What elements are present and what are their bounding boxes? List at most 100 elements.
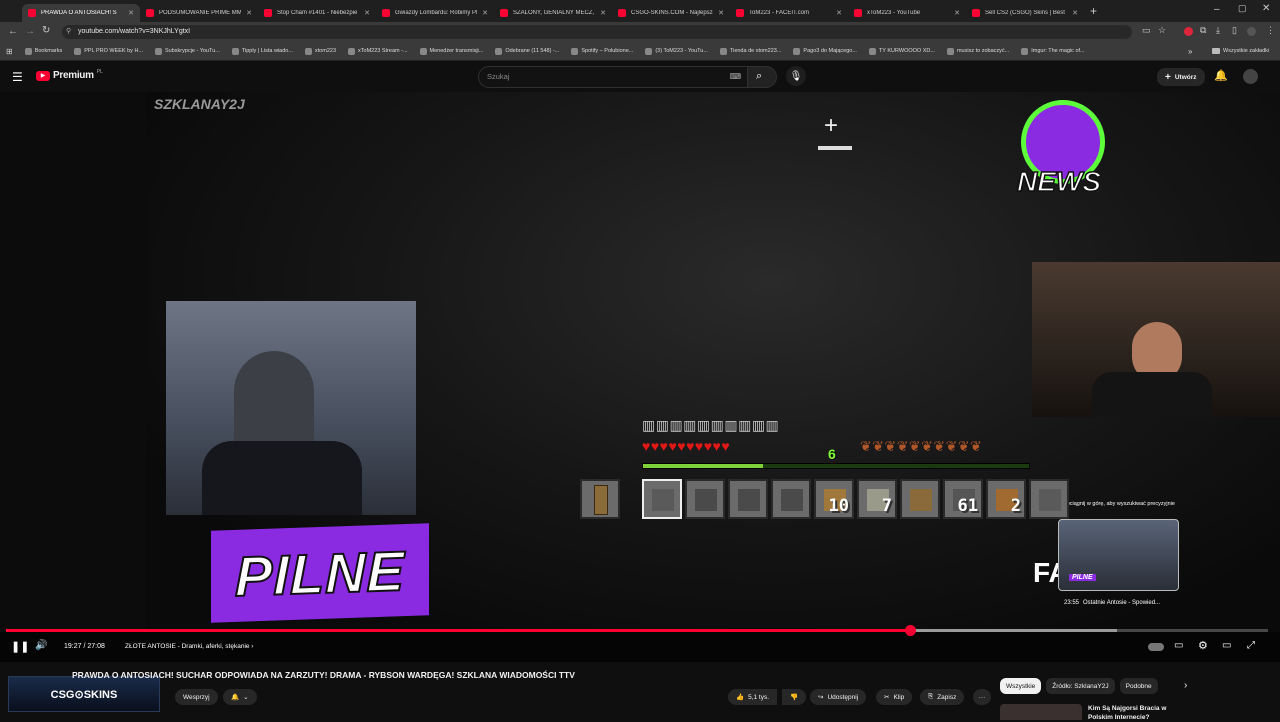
- bookmarks-more-button[interactable]: »: [1188, 47, 1192, 56]
- tab-favicon-icon: [146, 8, 154, 17]
- close-tab-icon[interactable]: ✕: [836, 9, 842, 17]
- browser-tab[interactable]: ToM223 - FACEIT.com ✕: [730, 4, 848, 22]
- progress-bar[interactable]: [6, 625, 1268, 636]
- close-tab-icon[interactable]: ✕: [364, 9, 370, 17]
- close-tab-icon[interactable]: ✕: [128, 9, 134, 17]
- site-info-icon[interactable]: ⚲: [66, 25, 71, 39]
- browser-tab[interactable]: PODSUMOWANIE PRIME MMA ✕: [140, 4, 258, 22]
- filter-chip[interactable]: Podobne: [1119, 678, 1158, 694]
- settings-gear-icon[interactable]: ⚙: [1198, 639, 1208, 652]
- maximize-window-icon[interactable]: ▢: [1238, 3, 1247, 14]
- close-tab-icon[interactable]: ✕: [954, 9, 960, 17]
- support-button[interactable]: Wesprzyj: [175, 689, 218, 705]
- search-input[interactable]: Szukaj ⌨: [478, 66, 748, 88]
- bookmark-item[interactable]: xToM223 Stream -...: [348, 47, 408, 55]
- keyboard-icon[interactable]: ⌨: [729, 67, 741, 87]
- bookmark-item[interactable]: Bookmarks: [24, 47, 62, 55]
- scrubber-handle[interactable]: [904, 625, 916, 636]
- bookmark-item[interactable]: Subskrypcje - YouTu...: [155, 47, 220, 55]
- bookmark-item[interactable]: Spotify – Polubione...: [571, 47, 633, 55]
- theater-mode-icon[interactable]: ▭: [1222, 640, 1231, 651]
- volume-icon[interactable]: 🔊: [35, 640, 47, 651]
- related-video-title[interactable]: Kim Są Najgorsi Bracia w Polskim Interne…: [1088, 704, 1166, 722]
- close-tab-icon[interactable]: ✕: [600, 9, 606, 17]
- minimize-window-icon[interactable]: –: [1214, 4, 1220, 15]
- share-button[interactable]: ↪ Udostępnij: [810, 689, 867, 705]
- search-button[interactable]: ⌕: [747, 66, 777, 88]
- close-window-icon[interactable]: ✕: [1262, 3, 1270, 14]
- clip-button[interactable]: ✂ Klip: [876, 689, 913, 705]
- channel-watermark: SZKLANAY2J: [154, 96, 245, 112]
- downloads-icon[interactable]: ⤓: [1216, 25, 1220, 36]
- notifications-bell-icon[interactable]: 🔔: [1214, 69, 1228, 82]
- browser-tab-strip: PRAWDA O ANTOSIACH! S ✕ PODSUMOWANIE PRIME…: [0, 0, 1280, 22]
- hamburger-menu-icon[interactable]: ☰: [12, 70, 23, 84]
- forward-icon[interactable]: →: [25, 26, 35, 37]
- all-bookmarks-folder[interactable]: Wszystkie zakładki: [1212, 48, 1269, 54]
- browser-menu-icon[interactable]: ⋮: [1266, 25, 1275, 36]
- browser-tab[interactable]: Sell CS2 (CSGO) Skins | Best C ✕: [966, 4, 1084, 22]
- browser-tab[interactable]: SZALONY, GENIALNY MECZ, G ✕: [494, 4, 612, 22]
- bookmark-item[interactable]: musisz to zobaczyć...: [946, 47, 1009, 55]
- related-filter-chips: Wszystkie Źródło: SzklanaY2J Podobne: [1000, 678, 1158, 694]
- create-button[interactable]: + Utwórz: [1157, 68, 1205, 86]
- bookmark-star-icon[interactable]: ☆: [1158, 25, 1166, 36]
- browser-tab[interactable]: xToM223 - YouTube ✕: [848, 4, 966, 22]
- close-tab-icon[interactable]: ✕: [482, 9, 488, 17]
- youtube-logo[interactable]: ▶ Premium PL: [36, 69, 103, 81]
- opera-extension-icon[interactable]: [1184, 27, 1193, 36]
- sidebar-icon[interactable]: ▯: [1232, 25, 1237, 36]
- save-icon: ⎘: [928, 693, 934, 700]
- browser-tab[interactable]: PRAWDA O ANTOSIACH! S ✕: [22, 3, 140, 22]
- account-avatar[interactable]: [1243, 69, 1258, 84]
- fullscreen-icon[interactable]: ⤢: [1247, 640, 1255, 651]
- bookmark-item[interactable]: Tipply | Lista wiado...: [231, 47, 293, 55]
- more-actions-button[interactable]: ···: [973, 689, 991, 705]
- close-tab-icon[interactable]: ✕: [718, 9, 724, 17]
- bookmark-item[interactable]: Pago3 do Mającego...: [793, 47, 857, 55]
- chevron-right-icon[interactable]: ›: [1184, 680, 1187, 691]
- streamer-webcam-right: [1032, 262, 1280, 417]
- bookmark-item[interactable]: (3) ToM223 - YouTu...: [645, 47, 708, 55]
- channel-banner[interactable]: CSG⊙SKINS: [8, 676, 160, 712]
- xp-level: 6: [828, 446, 836, 462]
- bookmark-item[interactable]: Odebrane (11 548) -...: [495, 47, 559, 55]
- autoplay-toggle[interactable]: [1148, 643, 1164, 651]
- like-button[interactable]: 👍 5,1 tys.: [728, 689, 778, 705]
- browser-tab[interactable]: CSGO-SKINS.COM - Najlepsze ✕: [612, 4, 730, 22]
- pause-icon[interactable]: ❚❚: [11, 640, 29, 653]
- related-video-thumbnail[interactable]: [1000, 704, 1082, 720]
- bookmark-item[interactable]: Tienda de xtom223...: [719, 47, 781, 55]
- tab-favicon-icon: [618, 8, 626, 17]
- subtitles-icon[interactable]: ▭: [1174, 640, 1183, 651]
- video-player[interactable]: SZKLANAY2J + NEWS ▥▥▥▥▥▥▥▥▥▥ ♥♥♥♥♥♥♥♥♥♥ …: [0, 92, 1280, 662]
- bookmark-item[interactable]: Imgur: The magic of...: [1021, 47, 1085, 55]
- close-tab-icon[interactable]: ✕: [1072, 9, 1078, 17]
- filter-chip[interactable]: Źródło: SzklanaY2J: [1046, 678, 1115, 694]
- close-tab-icon[interactable]: ✕: [246, 9, 252, 17]
- install-app-icon[interactable]: ▭: [1142, 25, 1151, 36]
- back-icon[interactable]: ←: [8, 26, 18, 37]
- logo-text: Premium: [53, 70, 94, 81]
- browser-tab[interactable]: Stop Cham #1401 - Niebezpie ✕: [258, 4, 376, 22]
- voice-search-icon[interactable]: 🎙: [786, 66, 806, 86]
- bookmark-item[interactable]: TY KURWOOOO XD...: [868, 47, 935, 55]
- browser-tab[interactable]: Gwiazdy Lombardu: Robimy Pl ✕: [376, 4, 494, 22]
- chapter-title[interactable]: ZŁOTE ANTOSIE - Dramki, aferki, stękanie…: [125, 643, 253, 650]
- bookmark-item[interactable]: xtom223: [304, 47, 336, 55]
- tab-favicon-icon: [28, 8, 36, 17]
- new-tab-button[interactable]: +: [1090, 4, 1097, 18]
- url-field[interactable]: ⚲ youtube.com/watch?v=3NKJhLYgtxI: [62, 25, 1132, 39]
- hotbar-item-icon: [910, 489, 932, 511]
- filter-chip[interactable]: Wszystkie: [1000, 678, 1042, 694]
- reload-icon[interactable]: ↻: [42, 25, 50, 36]
- save-button[interactable]: ⎘ Zapisz: [920, 689, 965, 705]
- profile-avatar-icon[interactable]: [1247, 27, 1256, 36]
- bookmark-item[interactable]: Menedżer transmisji...: [419, 47, 483, 55]
- bookmark-item[interactable]: PPL PRO WEEK by H...: [74, 47, 143, 55]
- apps-grid-icon[interactable]: ⊞: [6, 47, 13, 56]
- subscribe-bell-button[interactable]: 🔔 ⌄: [223, 689, 257, 705]
- bookmark-favicon-icon: [24, 47, 32, 55]
- extension-icon[interactable]: ⧉: [1200, 25, 1206, 36]
- dislike-button[interactable]: 👎: [782, 689, 807, 705]
